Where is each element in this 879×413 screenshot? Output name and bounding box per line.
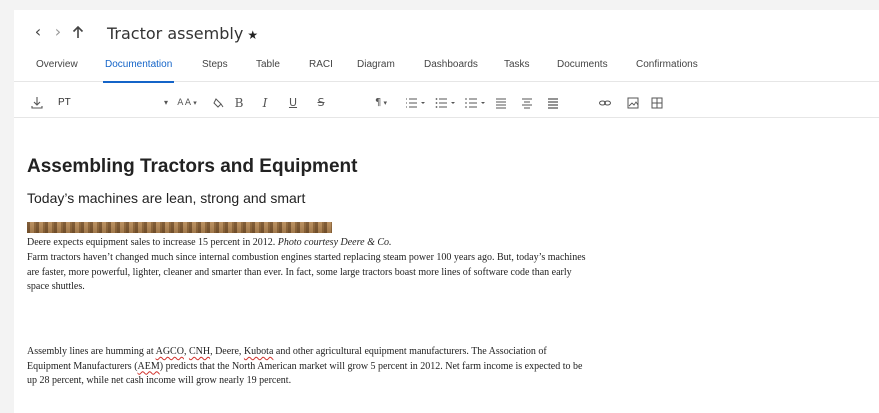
bullet-list-icon[interactable] [434, 94, 458, 112]
document-heading: Assembling Tractors and Equipment [27, 156, 358, 177]
formatting-toolbar: PT ▾ A A ▾ B I U S ¶ ▾ [14, 88, 879, 118]
font-family-select[interactable]: PT ▾ [58, 94, 168, 112]
text-run: and other agricultural equipment manufac… [273, 346, 547, 357]
paragraph-1-line: are faster, more powerful, lighter, clea… [27, 266, 572, 278]
paragraph-1-line: Farm tractors haven’t changed much since… [27, 252, 586, 263]
tab-tasks[interactable]: Tasks [504, 53, 530, 82]
tab-diagram[interactable]: Diagram [357, 53, 395, 82]
document-panel: ‹ › Tractor assembly ★ Overview Documenta… [14, 10, 879, 413]
tab-bar: Overview Documentation Steps Table RACI … [14, 53, 879, 83]
tractor-photo [27, 222, 332, 233]
paragraph-icon[interactable]: ¶ ▾ [370, 94, 392, 112]
page-title: Tractor assembly ★ [107, 22, 258, 46]
align-left-icon[interactable] [494, 94, 508, 112]
tab-raci[interactable]: RACI [309, 53, 333, 82]
font-family-value: PT [58, 97, 71, 108]
spellcheck-word-agco[interactable]: AGCO [156, 346, 184, 357]
tab-documents[interactable]: Documents [557, 53, 608, 82]
tab-overview[interactable]: Overview [36, 53, 78, 82]
tab-steps[interactable]: Steps [202, 53, 228, 82]
tab-table[interactable]: Table [256, 53, 280, 82]
ordered-list-icon[interactable] [404, 94, 428, 112]
document-editor[interactable]: Assembling Tractors and Equipment Today’… [14, 118, 879, 413]
text-run: ) predicts that the North American marke… [159, 360, 583, 372]
caption-credit: Photo courtesy Deere & Co. [277, 237, 392, 248]
paragraph-2-line: up 28 percent, while net cash income wil… [27, 375, 292, 386]
tab-documentation[interactable]: Documentation [102, 53, 175, 83]
text-run: , Deere, [210, 346, 244, 357]
spellcheck-word-cnh[interactable]: CNH [189, 346, 210, 357]
spellcheck-word-aem[interactable]: AEM [138, 361, 160, 372]
strikethrough-icon[interactable]: S [314, 94, 328, 112]
align-justify-icon[interactable] [546, 94, 560, 112]
paragraph-2-line: Equipment Manufacturers (AEM) predicts t… [27, 360, 582, 375]
chevron-down-icon: ▾ [163, 98, 168, 107]
fill-color-icon[interactable] [212, 94, 226, 112]
table-icon[interactable] [650, 94, 664, 112]
app-background: ‹ › Tractor assembly ★ Overview Documenta… [0, 0, 879, 413]
align-center-icon[interactable] [520, 94, 534, 112]
star-icon[interactable]: ★ [247, 28, 258, 42]
text-run: Equipment Manufacturers ( [27, 360, 138, 372]
link-icon[interactable] [598, 94, 612, 112]
forward-arrow-icon[interactable]: › [50, 21, 66, 43]
back-arrow-icon[interactable]: ‹ [30, 21, 46, 43]
text-run: Assembly lines are humming at [27, 346, 156, 357]
page-title-text: Tractor assembly [107, 24, 244, 43]
paragraph-2: Assembly lines are humming at AGCO, CNH,… [27, 345, 582, 389]
tab-confirmations[interactable]: Confirmations [636, 53, 698, 82]
font-size-icon[interactable]: A A ▾ [176, 94, 198, 112]
underline-icon[interactable]: U [286, 94, 300, 112]
paragraph-1: Farm tractors haven’t changed much since… [27, 251, 586, 295]
photo-caption: Deere expects equipment sales to increas… [27, 236, 392, 251]
title-bar: ‹ › Tractor assembly ★ [14, 10, 879, 48]
download-icon[interactable] [30, 94, 44, 112]
paragraph-1-line: space shuttles. [27, 281, 85, 292]
paragraph-2-line: Assembly lines are humming at AGCO, CNH,… [27, 345, 582, 360]
spellcheck-word-kubota[interactable]: Kubota [244, 346, 273, 357]
caption-text: Deere expects equipment sales to increas… [27, 237, 278, 248]
bold-icon[interactable]: B [232, 94, 246, 112]
checklist-icon[interactable] [464, 94, 488, 112]
image-icon[interactable] [626, 94, 640, 112]
tab-dashboards[interactable]: Dashboards [424, 53, 478, 82]
document-subheading: Today’s machines are lean, strong and sm… [27, 190, 306, 206]
italic-icon[interactable]: I [258, 94, 272, 112]
up-arrow-icon[interactable] [70, 21, 86, 43]
font-size-glyph: A A [177, 98, 192, 108]
